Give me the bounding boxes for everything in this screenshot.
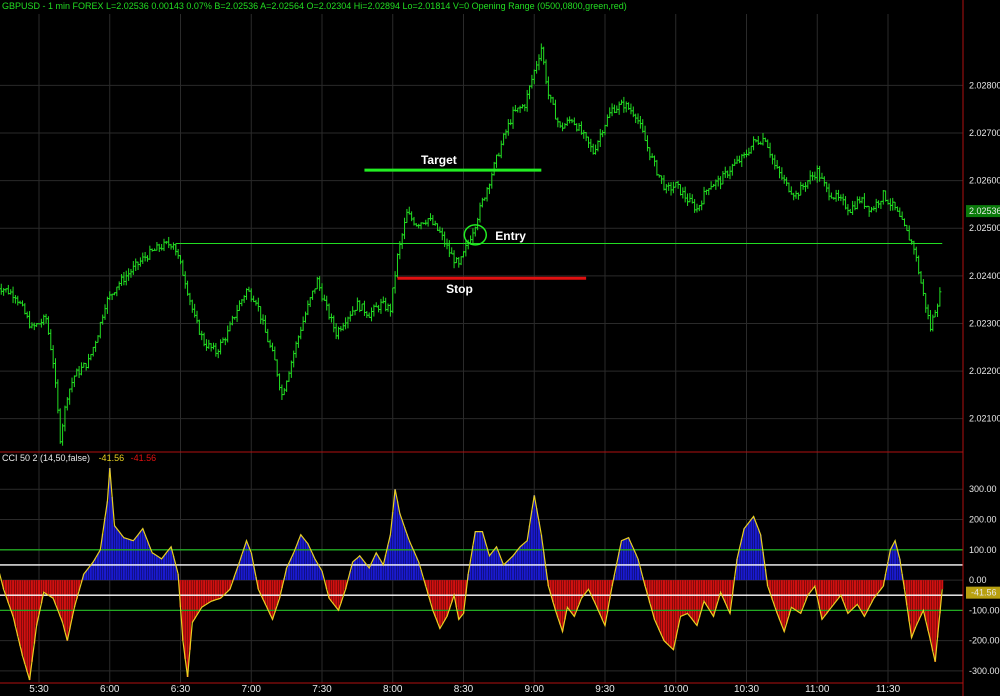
cci-tick-label: 300.00 bbox=[969, 484, 997, 494]
cci-tick-label: 100.00 bbox=[969, 545, 997, 555]
x-tick-label: 6:30 bbox=[171, 684, 191, 695]
stop-label: Stop bbox=[446, 282, 473, 296]
x-tick-label: 6:00 bbox=[100, 684, 120, 695]
x-tick-label: 9:00 bbox=[525, 684, 545, 695]
target-label: Target bbox=[421, 153, 457, 167]
cci-tick-label: -100.00 bbox=[969, 605, 1000, 615]
price-tick-label: 2.02700 bbox=[969, 128, 1000, 138]
x-tick-label: 10:30 bbox=[734, 684, 759, 695]
x-tick-label: 11:30 bbox=[876, 684, 901, 695]
price-tick-label: 2.02300 bbox=[969, 318, 1000, 328]
price-tick-label: 2.02600 bbox=[969, 176, 1000, 186]
cci-tick-label: -200.00 bbox=[969, 636, 1000, 646]
last-cci-label: -41.56 bbox=[971, 588, 997, 598]
x-tick-label: 8:00 bbox=[383, 684, 403, 695]
x-tick-label: 11:00 bbox=[805, 684, 830, 695]
cci-header: CCI 50 2 (14,50,false) -41.56 -41.56 bbox=[2, 453, 156, 463]
trading-chart: Target Stop Entry 5:30 6:00 6:30 7:00 7:30 8:00… bbox=[0, 0, 1000, 696]
cci-value-1: -41.56 bbox=[99, 453, 125, 463]
price-tick-label: 2.02500 bbox=[969, 223, 1000, 233]
cci-value-2: -41.56 bbox=[131, 453, 157, 463]
price-tick-label: 2.02800 bbox=[969, 80, 1000, 90]
entry-label: Entry bbox=[495, 229, 526, 243]
x-tick-label: 7:00 bbox=[242, 684, 262, 695]
cci-name: CCI 50 2 (14,50,false) bbox=[2, 453, 90, 463]
x-tick-label: 8:30 bbox=[454, 684, 474, 695]
price-tick-label: 2.02400 bbox=[969, 271, 1000, 281]
x-tick-label: 5:30 bbox=[29, 684, 49, 695]
x-tick-label: 7:30 bbox=[312, 684, 332, 695]
price-tick-label: 2.02100 bbox=[969, 414, 1000, 424]
last-price-label: 2.02536 bbox=[969, 206, 1000, 216]
x-tick-label: 10:00 bbox=[663, 684, 688, 695]
price-header: GBPUSD - 1 min FOREX L=2.02536 0.00143 0… bbox=[2, 1, 627, 11]
x-tick-label: 9:30 bbox=[595, 684, 615, 695]
cci-tick-label: 0.00 bbox=[969, 575, 987, 585]
cci-tick-label: -300.00 bbox=[969, 666, 1000, 676]
price-tick-label: 2.02200 bbox=[969, 366, 1000, 376]
cci-tick-label: 200.00 bbox=[969, 515, 997, 525]
